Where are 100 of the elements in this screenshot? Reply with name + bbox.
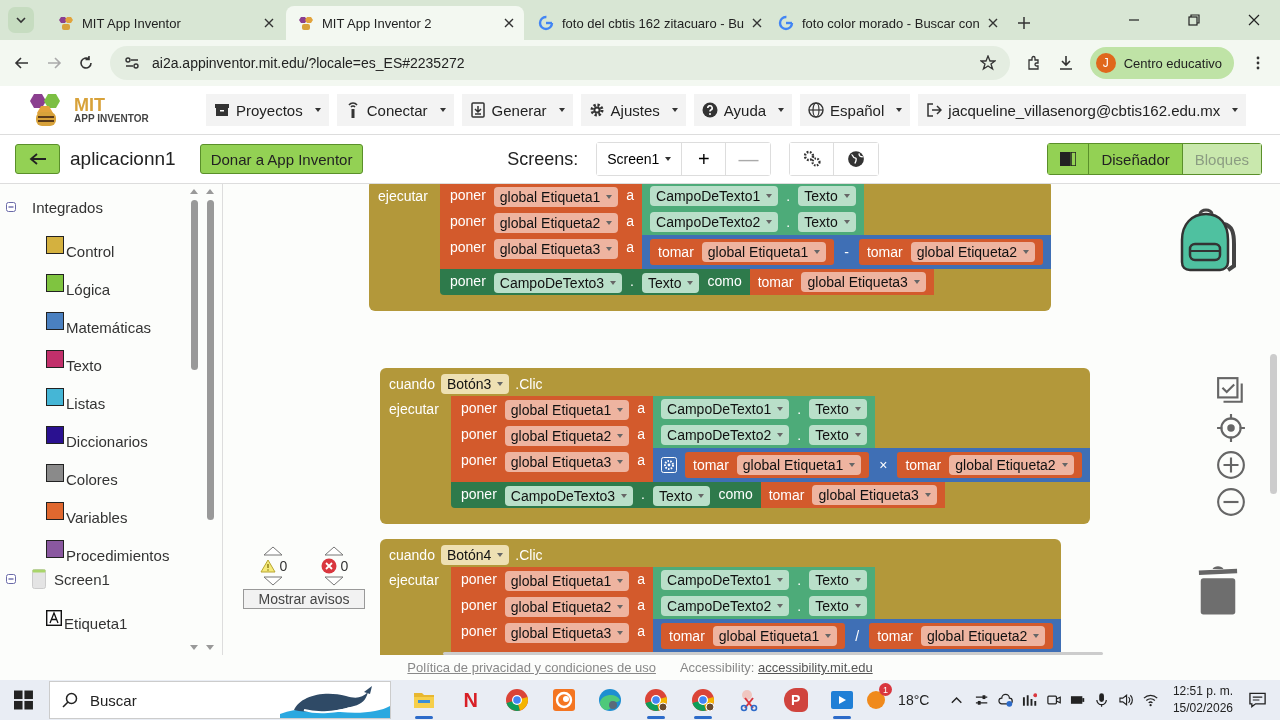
variable-dropdown[interactable]: global Etiqueta3 bbox=[812, 485, 937, 505]
property-getter-block[interactable]: CampoDeTexto2 . Texto bbox=[653, 422, 875, 448]
menu-button[interactable]: Español bbox=[800, 94, 911, 126]
set-variable-block[interactable]: poner global Etiqueta1 a bbox=[451, 567, 654, 593]
zoom-out-icon[interactable] bbox=[1216, 487, 1246, 517]
variable-dropdown[interactable]: global Etiqueta2 bbox=[504, 426, 630, 446]
get-variable-block[interactable]: tomar global Etiqueta3 bbox=[749, 269, 934, 295]
math-operator[interactable]: / bbox=[853, 628, 862, 644]
tree-item[interactable]: Variables bbox=[66, 509, 128, 526]
menu-button[interactable]: Proyectos bbox=[206, 94, 329, 126]
sliders-icon[interactable] bbox=[973, 692, 989, 708]
component-dropdown[interactable]: CampoDeTexto1 bbox=[661, 570, 790, 590]
scrollbar-thumb[interactable] bbox=[443, 652, 1103, 655]
accessibility-link[interactable]: accessibility.mit.edu bbox=[758, 660, 873, 675]
tree-item[interactable]: Colores bbox=[66, 471, 118, 488]
variable-dropdown[interactable]: global Etiqueta2 bbox=[920, 626, 1046, 646]
view-tab[interactable]: Diseñador bbox=[1089, 144, 1183, 174]
reload-icon[interactable] bbox=[78, 55, 94, 71]
close-icon[interactable] bbox=[1248, 14, 1260, 26]
property-dropdown[interactable]: Texto bbox=[809, 425, 867, 445]
variable-dropdown[interactable]: global Etiqueta3 bbox=[504, 623, 630, 643]
tree-item[interactable]: Matemáticas bbox=[66, 319, 152, 336]
event-block[interactable] bbox=[380, 368, 1090, 524]
tree-item[interactable]: Lógica bbox=[66, 281, 111, 298]
get-variable-block[interactable]: tomar global Etiqueta1 bbox=[650, 239, 835, 265]
tree-item[interactable]: Control bbox=[66, 243, 115, 260]
netflix-icon[interactable]: N bbox=[447, 680, 494, 720]
component-dropdown[interactable]: CampoDeTexto2 bbox=[661, 596, 790, 616]
search-field[interactable]: Buscar bbox=[48, 681, 391, 719]
show-warnings-button[interactable]: Mostrar avisos bbox=[243, 589, 365, 609]
mutator-gear-icon[interactable] bbox=[661, 457, 678, 473]
variable-dropdown[interactable]: global Etiqueta3 bbox=[504, 452, 630, 472]
component-dropdown[interactable]: Botón3 bbox=[440, 373, 510, 394]
tree-item[interactable]: Listas bbox=[66, 395, 106, 412]
variable-dropdown[interactable]: global Etiqueta1 bbox=[504, 571, 630, 591]
event-block[interactable]: cuando Botón4 .Clic ejecutar poner global Etiqueta1 a CampoDeTexto1 . Texto poner global Etiqueta2 a CampoDeTexto2 . Texto poner global Etiqueta3 a tomar global Etiqueta1 / tomar global Etiqueta2 bbox=[380, 539, 1062, 655]
get-variable-block[interactable]: tomar global Etiqueta1 bbox=[661, 623, 846, 649]
back-button[interactable] bbox=[15, 144, 60, 174]
cloud-icon[interactable] bbox=[997, 692, 1013, 708]
component-dropdown[interactable]: CampoDeTexto1 bbox=[650, 186, 779, 206]
close-icon[interactable] bbox=[504, 18, 514, 28]
set-variable-block[interactable]: poner global Etiqueta1 a bbox=[440, 184, 643, 209]
tree-item[interactable]: Screen1 bbox=[54, 570, 110, 588]
menu-button[interactable]: Ayuda bbox=[693, 94, 793, 126]
math-operator[interactable]: × bbox=[877, 457, 890, 473]
variable-dropdown[interactable]: global Etiqueta3 bbox=[801, 272, 926, 292]
variable-dropdown[interactable]: global Etiqueta2 bbox=[504, 597, 630, 617]
close-icon[interactable] bbox=[752, 18, 763, 28]
scrollbar-thumb[interactable] bbox=[1270, 354, 1277, 494]
new-tab-icon[interactable] bbox=[1018, 17, 1030, 29]
set-variable-block[interactable]: poner global Etiqueta2 a bbox=[440, 209, 643, 235]
notifications-icon[interactable] bbox=[1249, 692, 1267, 708]
set-property-block[interactable]: poner CampoDeTexto3 . Texto como bbox=[440, 269, 750, 295]
extensions-icon[interactable] bbox=[1025, 55, 1042, 71]
property-getter-block[interactable]: CampoDeTexto1 . Texto bbox=[653, 396, 875, 422]
set-variable-block[interactable]: poner global Etiqueta3 a bbox=[451, 448, 654, 482]
cleanup-icon[interactable] bbox=[1216, 376, 1246, 406]
speaker-icon[interactable] bbox=[1118, 692, 1134, 708]
previous-warning-icon[interactable] bbox=[263, 546, 284, 556]
download-icon[interactable] bbox=[1057, 55, 1074, 71]
set-variable-block[interactable]: poner global Etiqueta2 a bbox=[451, 593, 654, 619]
close-icon[interactable] bbox=[987, 18, 998, 28]
clock-date[interactable]: 15/02/2026 bbox=[1172, 700, 1233, 717]
property-getter-block[interactable]: CampoDeTexto1 . Texto bbox=[653, 567, 875, 593]
microphone-icon[interactable] bbox=[1094, 692, 1110, 708]
get-variable-block[interactable]: tomar global Etiqueta2 bbox=[869, 623, 1054, 649]
property-dropdown[interactable]: Texto bbox=[798, 186, 856, 206]
component-dropdown[interactable]: CampoDeTexto1 bbox=[661, 399, 790, 419]
bar-chart-icon[interactable] bbox=[1021, 692, 1038, 708]
get-variable-block[interactable]: tomar global Etiqueta1 bbox=[685, 452, 870, 478]
property-dropdown[interactable]: Texto bbox=[653, 486, 711, 506]
scrollbar-thumb[interactable] bbox=[190, 200, 198, 370]
site-info-icon[interactable] bbox=[124, 55, 140, 71]
clock-time[interactable]: 12:51 p. m. bbox=[1172, 683, 1233, 700]
property-dropdown[interactable]: Texto bbox=[642, 273, 700, 293]
windows-start-icon[interactable] bbox=[14, 690, 33, 710]
tree-item[interactable]: Etiqueta1 bbox=[64, 615, 128, 632]
address-bar[interactable]: ai2a.appinventor.mit.edu/?locale=es_ES#2235272 bbox=[110, 46, 1010, 80]
math-operator[interactable]: - bbox=[842, 244, 851, 260]
browser-tab[interactable]: MIT App Inventor 2 bbox=[286, 6, 524, 40]
set-variable-block[interactable]: poner global Etiqueta2 a bbox=[451, 422, 654, 448]
browser-tab[interactable]: MIT App Inventor bbox=[46, 6, 284, 40]
variable-dropdown[interactable]: global Etiqueta3 bbox=[493, 239, 619, 259]
component-dropdown[interactable]: CampoDeTexto2 bbox=[661, 425, 790, 445]
restore-icon[interactable] bbox=[1188, 14, 1200, 26]
math-block[interactable]: tomar global Etiqueta1 - tomar global Etiqueta2 bbox=[642, 235, 1052, 269]
math-block[interactable]: tomar global Etiqueta1 / tomar global Etiqueta2 bbox=[653, 619, 1062, 653]
project-properties-button[interactable] bbox=[790, 143, 835, 175]
previous-error-icon[interactable] bbox=[324, 546, 345, 556]
variable-dropdown[interactable]: global Etiqueta1 bbox=[701, 242, 827, 262]
scrollbar-thumb[interactable] bbox=[206, 200, 214, 520]
privacy-link[interactable]: Política de privacidad y condiciones de uso bbox=[407, 660, 656, 675]
menu-button[interactable]: jacqueline_villasenorg@cbtis162.edu.mx bbox=[918, 94, 1247, 126]
menu-button[interactable]: Ajustes bbox=[580, 94, 686, 126]
variable-dropdown[interactable]: global Etiqueta1 bbox=[504, 400, 630, 420]
menu-button[interactable]: Conectar bbox=[336, 94, 454, 126]
collapse-toggle-icon[interactable] bbox=[6, 202, 16, 212]
property-getter-block[interactable]: CampoDeTexto1 . Texto bbox=[642, 184, 864, 209]
set-variable-block[interactable]: poner global Etiqueta1 a bbox=[451, 396, 654, 422]
donate-button[interactable]: Donar a App Inventor bbox=[199, 144, 364, 174]
